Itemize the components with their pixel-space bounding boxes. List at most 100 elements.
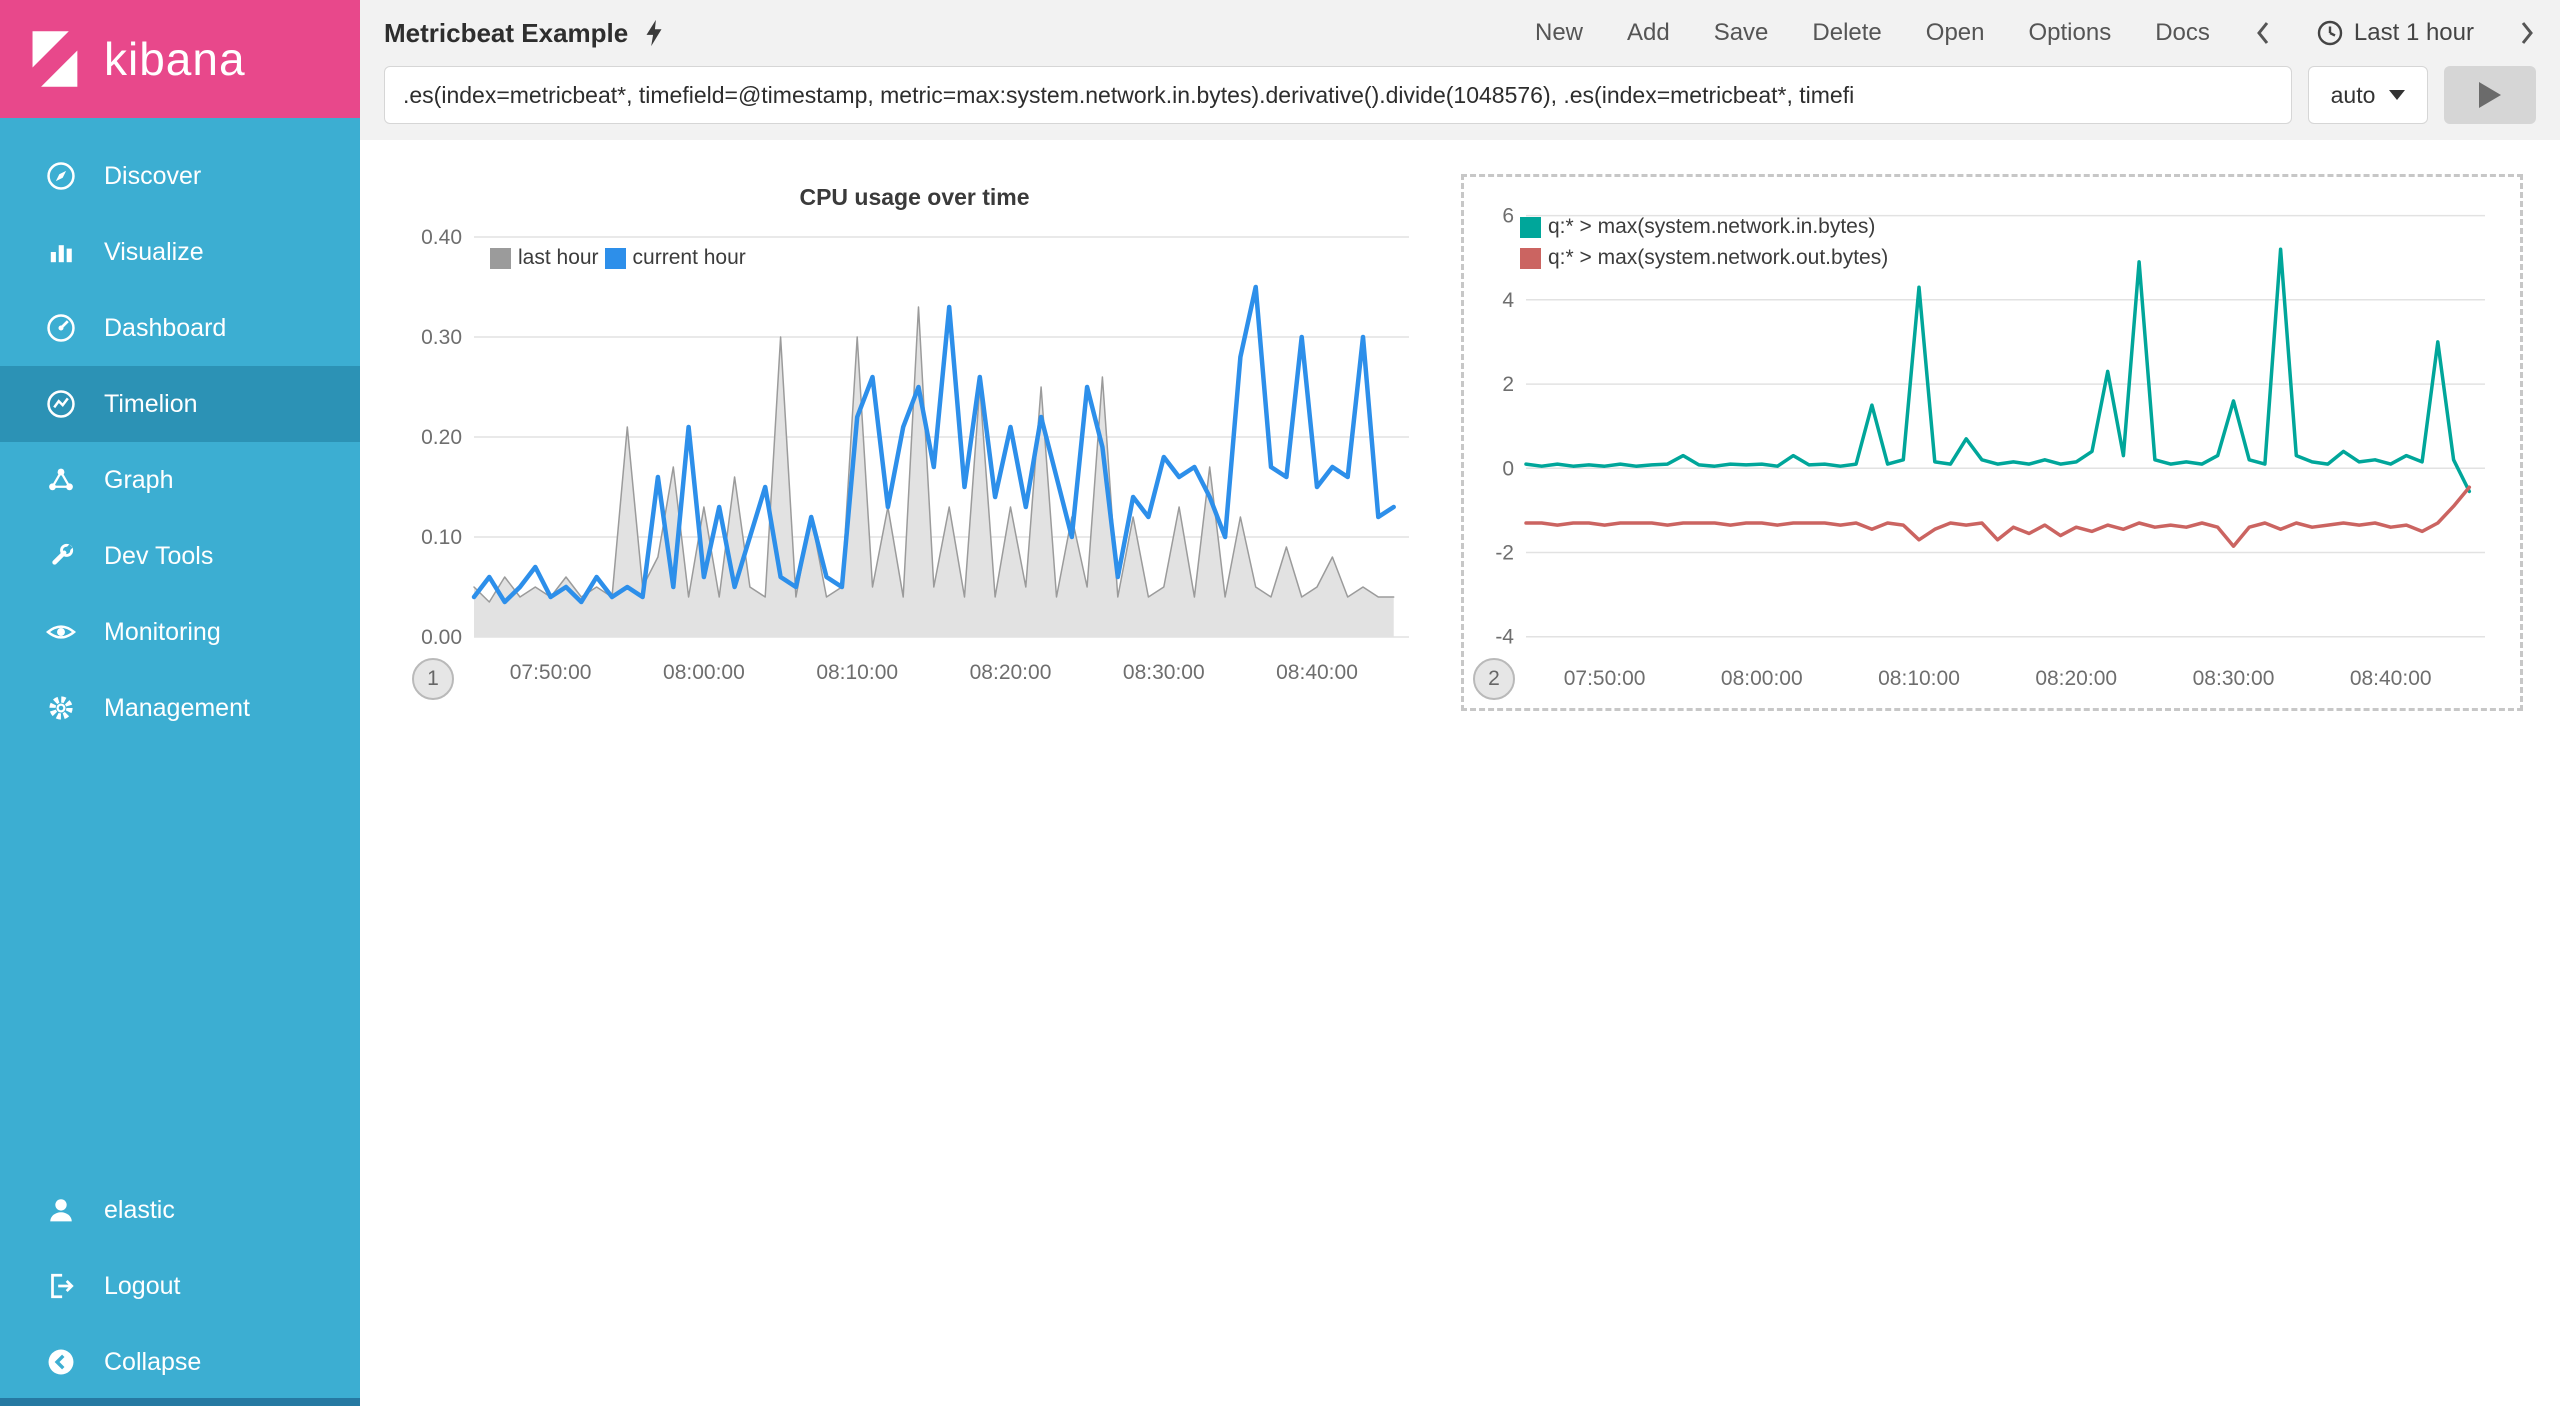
- svg-text:2: 2: [1502, 373, 1514, 396]
- kibana-app: kibana Discover Visualize Dashboard Time…: [0, 0, 2560, 1406]
- legend-item-last-hour[interactable]: last hour: [490, 246, 599, 270]
- legend-item-network-out[interactable]: q:* > max(system.network.out.bytes): [1520, 246, 1888, 270]
- logout-icon: [44, 1269, 78, 1303]
- svg-text:08:20:00: 08:20:00: [970, 661, 1052, 684]
- menu-options[interactable]: Options: [2029, 19, 2112, 47]
- interval-value: auto: [2330, 81, 2376, 108]
- svg-text:0.10: 0.10: [421, 526, 462, 549]
- sidebar-item-label: Graph: [104, 465, 174, 494]
- menu-open[interactable]: Open: [1926, 19, 1985, 47]
- svg-text:08:20:00: 08:20:00: [2035, 667, 2117, 690]
- kibana-logo-text: kibana: [104, 33, 246, 85]
- sidebar-item-label: Timelion: [104, 389, 198, 418]
- panel-1-badge[interactable]: 1: [412, 658, 454, 700]
- user-icon: [44, 1193, 78, 1227]
- timelion-query-input[interactable]: [384, 66, 2292, 124]
- panel-2-badge[interactable]: 2: [1473, 658, 1515, 700]
- svg-text:0.40: 0.40: [421, 226, 462, 249]
- sidebar-item-monitoring[interactable]: Monitoring: [0, 594, 360, 670]
- legend-label: q:* > max(system.network.out.bytes): [1548, 246, 1889, 269]
- graph-icon: [44, 463, 78, 497]
- legend-item-network-in[interactable]: q:* > max(system.network.in.bytes): [1520, 215, 1875, 239]
- main-area: Metricbeat Example New Add Save Delete O…: [360, 0, 2560, 1406]
- menu-delete[interactable]: Delete: [1812, 19, 1881, 47]
- sidebar: kibana Discover Visualize Dashboard Time…: [0, 0, 360, 1406]
- timelion-icon: [44, 387, 78, 421]
- svg-text:08:00:00: 08:00:00: [663, 661, 745, 684]
- kibana-logo-icon: [32, 31, 78, 87]
- svg-text:08:30:00: 08:30:00: [2193, 667, 2275, 690]
- legend-swatch-current-hour: [604, 247, 626, 269]
- page-title: Metricbeat Example: [384, 17, 629, 48]
- sidebar-item-label: Visualize: [104, 237, 204, 266]
- chevron-left-icon[interactable]: [2254, 18, 2272, 48]
- query-row: auto: [384, 66, 2536, 124]
- dashboard-icon: [44, 311, 78, 345]
- legend-item-current-hour[interactable]: current hour: [604, 246, 746, 270]
- time-picker[interactable]: Last 1 hour: [2316, 19, 2474, 47]
- sidebar-item-timelion[interactable]: Timelion: [0, 366, 360, 442]
- sidebar-item-logout[interactable]: Logout: [0, 1248, 360, 1324]
- sidebar-item-label: Logout: [104, 1271, 181, 1300]
- sidebar-item-label: Management: [104, 693, 250, 722]
- svg-text:08:00:00: 08:00:00: [1721, 667, 1803, 690]
- chart-1-legend: last hour current hour: [490, 246, 746, 270]
- run-button[interactable]: [2444, 66, 2536, 124]
- svg-text:0.20: 0.20: [421, 426, 462, 449]
- clock-icon: [2317, 20, 2343, 46]
- legend-label: last hour: [518, 246, 599, 269]
- timelion-panel-1[interactable]: CPU usage over time last hour current ho…: [392, 170, 1437, 720]
- svg-text:0: 0: [1502, 457, 1514, 480]
- discover-icon: [44, 159, 78, 193]
- time-picker-label: Last 1 hour: [2353, 19, 2474, 46]
- menu-save[interactable]: Save: [1714, 19, 1769, 47]
- chart-2-legend: q:* > max(system.network.in.bytes) q:* >…: [1520, 215, 1888, 270]
- svg-text:0.00: 0.00: [421, 626, 462, 649]
- sidebar-item-discover[interactable]: Discover: [0, 138, 360, 214]
- chevron-right-icon[interactable]: [2518, 18, 2536, 48]
- svg-text:-4: -4: [1495, 626, 1514, 649]
- sidebar-item-user[interactable]: elastic: [0, 1172, 360, 1248]
- bolt-icon[interactable]: [642, 18, 666, 48]
- svg-text:08:40:00: 08:40:00: [1276, 661, 1358, 684]
- username: elastic: [104, 1195, 175, 1224]
- legend-swatch-network-in: [1520, 216, 1541, 238]
- kibana-logo[interactable]: kibana: [0, 0, 360, 118]
- sidebar-item-graph[interactable]: Graph: [0, 442, 360, 518]
- menu-new[interactable]: New: [1535, 19, 1583, 47]
- interval-select[interactable]: auto: [2308, 66, 2428, 124]
- svg-text:08:40:00: 08:40:00: [2350, 667, 2432, 690]
- svg-text:08:30:00: 08:30:00: [1123, 661, 1205, 684]
- svg-text:08:10:00: 08:10:00: [1878, 667, 1960, 690]
- sidebar-item-management[interactable]: Management: [0, 670, 360, 746]
- sidebar-item-dashboard[interactable]: Dashboard: [0, 290, 360, 366]
- devtools-wrench-icon: [44, 539, 78, 573]
- cpu-usage-chart[interactable]: 0.00 0.10 0.20 0.30 0.40 07:50:00 08:00:00 08:1…: [392, 224, 1437, 699]
- svg-text:4: 4: [1502, 289, 1514, 312]
- topbar-menu: New Add Save Delete Open Options Docs La…: [1535, 18, 2536, 48]
- sidebar-item-label: Collapse: [104, 1347, 202, 1376]
- sidebar-item-label: Monitoring: [104, 617, 221, 646]
- legend-label: current hour: [632, 246, 746, 269]
- caret-down-icon: [2389, 90, 2406, 100]
- sidebar-item-visualize[interactable]: Visualize: [0, 214, 360, 290]
- svg-text:-2: -2: [1495, 542, 1514, 565]
- sidebar-bottom-nav: elastic Logout Collapse: [0, 1172, 360, 1400]
- menu-docs[interactable]: Docs: [2155, 19, 2210, 47]
- sidebar-item-devtools[interactable]: Dev Tools: [0, 518, 360, 594]
- timelion-sheet: CPU usage over time last hour current ho…: [360, 140, 2560, 1406]
- svg-text:0.30: 0.30: [421, 326, 462, 349]
- collapse-icon: [44, 1345, 78, 1379]
- svg-text:6: 6: [1502, 205, 1514, 228]
- monitoring-eye-icon: [44, 615, 78, 649]
- timelion-panel-2-selected[interactable]: q:* > max(system.network.in.bytes) q:* >…: [1461, 174, 2523, 711]
- svg-text:08:10:00: 08:10:00: [816, 661, 898, 684]
- sidebar-bottom-strip: [0, 1398, 360, 1406]
- sidebar-item-label: Discover: [104, 161, 202, 190]
- sidebar-item-label: Dashboard: [104, 313, 227, 342]
- sidebar-nav: Discover Visualize Dashboard Timelion Gr…: [0, 138, 360, 746]
- svg-text:07:50:00: 07:50:00: [1564, 667, 1646, 690]
- menu-add[interactable]: Add: [1627, 19, 1670, 47]
- sidebar-item-collapse[interactable]: Collapse: [0, 1324, 360, 1400]
- legend-label: q:* > max(system.network.in.bytes): [1548, 215, 1876, 238]
